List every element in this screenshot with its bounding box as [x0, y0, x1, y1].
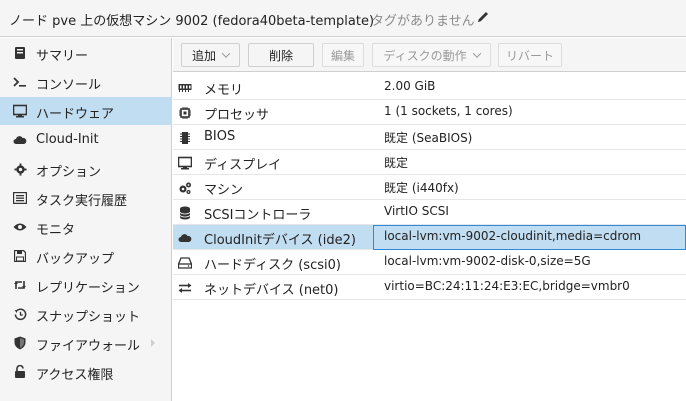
table-row[interactable]: ディスプレイ 既定 — [173, 150, 686, 175]
table-row[interactable]: CloudInitデバイス (ide2) local-lvm:vm-9002-c… — [173, 225, 686, 250]
add-button[interactable]: 追加 — [181, 43, 240, 67]
retweet-icon — [13, 278, 27, 292]
disk-action-button[interactable]: ディスクの動作 — [372, 43, 491, 67]
row-value: 既定 (i440fx) — [384, 181, 459, 195]
row-key: ネットデバイス (net0) — [204, 283, 339, 298]
sidebar-item-summary[interactable]: サマリー — [0, 39, 172, 67]
unlock-icon — [13, 365, 27, 379]
desktop-icon — [178, 156, 192, 170]
row-key: マシン — [204, 183, 244, 198]
tags-placeholder[interactable]: タグがありません — [371, 10, 475, 29]
gear-icon — [13, 162, 27, 176]
row-value: local-lvm:vm-9002-disk-0,size=5G — [384, 254, 591, 268]
memory-icon — [178, 81, 192, 95]
table-row[interactable]: プロセッサ 1 (1 sockets, 1 cores) — [173, 100, 686, 125]
microchip-icon — [178, 131, 192, 145]
edit-button-label: 編集 — [331, 48, 356, 63]
edit-button[interactable]: 編集 — [322, 43, 364, 67]
row-key: ハードディスク (scsi0) — [204, 258, 341, 273]
sidebar-item-replication[interactable]: レプリケーション — [0, 271, 172, 299]
chevron-down-icon — [472, 49, 481, 58]
database-icon — [178, 206, 192, 220]
sidebar-item-label: オプション — [36, 165, 102, 180]
sidebar-item-cloud-init[interactable]: Cloud-Init — [0, 126, 172, 154]
delete-button[interactable]: 削除 — [248, 43, 314, 67]
toolbar: 追加 削除 編集 ディスクの動作 リバート — [173, 38, 686, 72]
sidebar-item-snapshot[interactable]: スナップショット — [0, 300, 172, 328]
terminal-icon — [13, 75, 27, 89]
row-value: 既定 (SeaBIOS) — [384, 131, 473, 145]
cloud-icon — [13, 133, 27, 147]
page-title: ノード pve 上の仮想マシン 9002 (fedora40beta-templ… — [9, 14, 375, 29]
sidebar-item-label: スナップショット — [36, 310, 141, 325]
chevron-down-icon — [221, 49, 231, 58]
table-row[interactable]: BIOS 既定 (SeaBIOS) — [173, 125, 686, 150]
floppy-icon — [13, 249, 27, 263]
sidebar-item-monitor[interactable]: モニタ — [0, 213, 172, 241]
sidebar-item-label: アクセス権限 — [36, 368, 114, 383]
sidebar-item-backup[interactable]: バックアップ — [0, 242, 172, 270]
row-key: メモリ — [204, 83, 244, 98]
sidebar-item-hardware[interactable]: ハードウェア — [0, 97, 172, 125]
hardware-grid: メモリ 2.00 GiB プロセッサ 1 (1 sockets, 1 cores… — [173, 73, 686, 401]
sidebar-item-label: レプリケーション — [36, 281, 140, 296]
sidebar-item-firewall[interactable]: ファイアウォール — [0, 329, 172, 357]
title-bar: ノード pve 上の仮想マシン 9002 (fedora40beta-templ… — [0, 0, 686, 37]
sidebar-item-label: モニタ — [36, 223, 76, 238]
hdd-icon — [178, 256, 192, 270]
sidebar: サマリー コンソール ハードウェア Cloud-Init オプション タスク実行… — [0, 38, 172, 401]
row-value: 2.00 GiB — [384, 79, 436, 93]
sidebar-item-label: ハードウェア — [36, 107, 115, 122]
list-icon — [13, 191, 27, 205]
history-icon — [13, 307, 27, 321]
revert-button-label: リバート — [506, 48, 555, 63]
disk-action-label: ディスクの動作 — [383, 48, 467, 63]
table-row[interactable]: ハードディスク (scsi0) local-lvm:vm-9002-disk-0… — [173, 250, 686, 275]
row-value: 1 (1 sockets, 1 cores) — [384, 104, 513, 118]
pencil-icon[interactable] — [476, 10, 490, 24]
sidebar-item-label: サマリー — [36, 49, 89, 64]
sidebar-item-console[interactable]: コンソール — [0, 68, 172, 96]
row-key: プロセッサ — [204, 108, 270, 123]
shield-icon — [13, 336, 27, 350]
row-value: virtio=BC:24:11:24:E3:EC,bridge=vmbr0 — [384, 279, 630, 293]
revert-button[interactable]: リバート — [498, 43, 562, 67]
row-key: ディスプレイ — [204, 158, 282, 173]
row-value: local-lvm:vm-9002-cloudinit,media=cdrom — [384, 229, 642, 243]
row-key: BIOS — [204, 129, 236, 144]
cloud-icon — [178, 231, 192, 245]
sidebar-item-permissions[interactable]: アクセス権限 — [0, 358, 172, 386]
sidebar-item-label: Cloud-Init — [36, 132, 99, 147]
chevron-right-icon[interactable] — [150, 337, 156, 352]
sidebar-item-task-history[interactable]: タスク実行履歴 — [0, 184, 172, 212]
exchange-icon — [178, 281, 192, 295]
sidebar-item-options[interactable]: オプション — [0, 155, 172, 183]
table-row[interactable]: マシン 既定 (i440fx) — [173, 175, 686, 200]
row-value: VirtIO SCSI — [384, 204, 449, 218]
table-row[interactable]: メモリ 2.00 GiB — [173, 75, 686, 100]
table-row[interactable]: SCSIコントローラ VirtIO SCSI — [173, 200, 686, 225]
row-key: CloudInitデバイス (ide2) — [204, 233, 356, 248]
table-row[interactable]: ネットデバイス (net0) virtio=BC:24:11:24:E3:EC,… — [173, 275, 686, 300]
desktop-icon — [13, 104, 27, 118]
book-icon — [13, 46, 27, 60]
row-key: SCSIコントローラ — [204, 208, 312, 223]
sidebar-item-label: バックアップ — [36, 252, 115, 267]
cpu-icon — [178, 106, 192, 120]
eye-icon — [13, 220, 27, 234]
sidebar-item-label: コンソール — [36, 78, 102, 93]
sidebar-item-label: タスク実行履歴 — [36, 194, 128, 209]
delete-button-label: 削除 — [268, 48, 293, 63]
add-button-label: 追加 — [191, 48, 216, 63]
cogs-icon — [178, 181, 192, 195]
sidebar-item-label: ファイアウォール — [36, 339, 141, 354]
row-value: 既定 — [384, 156, 409, 170]
